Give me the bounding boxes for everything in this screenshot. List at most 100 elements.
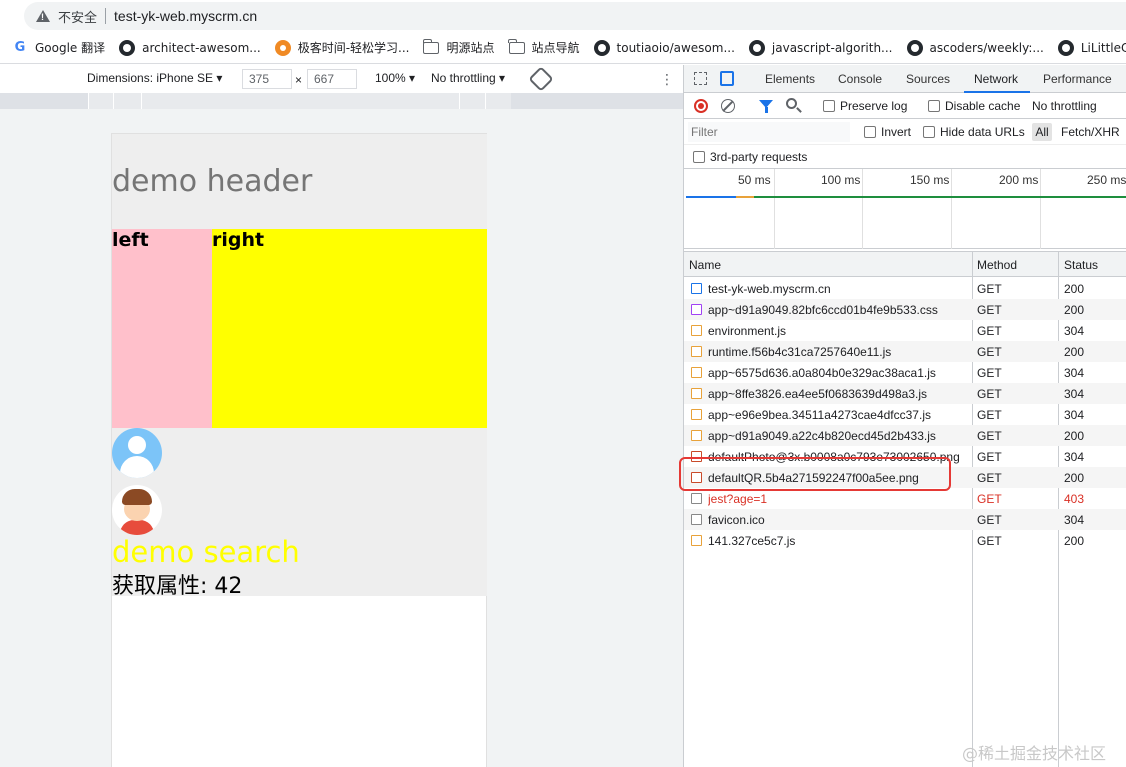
timeline-bar-doc <box>686 196 736 198</box>
request-status: 200 <box>1064 471 1085 485</box>
request-method: GET <box>977 471 1002 485</box>
request-name: app~6575d636.a0a804b0e329ac38aca1.js <box>708 366 936 380</box>
inspect-element-icon[interactable] <box>694 72 707 85</box>
bookmark-google-translate[interactable]: G Google 翻译 <box>12 39 105 56</box>
ruler-segment[interactable] <box>485 93 511 109</box>
column-name[interactable]: Name <box>689 258 721 272</box>
column-method[interactable]: Method <box>977 258 1017 272</box>
ruler-segment[interactable] <box>88 93 113 109</box>
timeline-gridline <box>774 169 775 249</box>
bookmark-geektime[interactable]: 极客时间-轻松学习... <box>274 39 409 56</box>
search-icon[interactable] <box>786 98 797 109</box>
table-row[interactable]: app~e96e9bea.34511a4273cae4dfcc37.js GET 3… <box>684 404 1126 425</box>
third-party-checkbox[interactable] <box>693 151 705 163</box>
preserve-log-checkbox[interactable] <box>823 100 835 112</box>
bookmark-label: javascript-algorith... <box>771 40 893 55</box>
table-row[interactable]: app~8ffe3826.ea4ee5f0683639d498a3.js GET 3… <box>684 383 1126 404</box>
js-file-icon <box>691 346 702 357</box>
tab-network[interactable]: Network <box>974 72 1018 86</box>
filter-fetch-xhr-button[interactable]: Fetch/XHR <box>1061 125 1120 139</box>
right-panel: right <box>212 229 487 428</box>
bookmark-label: ascoders/weekly:... <box>929 40 1044 55</box>
more-options-icon[interactable]: ⋮ <box>660 71 674 88</box>
invert-checkbox[interactable] <box>864 126 876 138</box>
table-row[interactable]: 141.327ce5c7.js GET 200 <box>684 530 1126 551</box>
dimensions-select[interactable]: Dimensions: iPhone SE ▾ <box>87 71 222 85</box>
tab-performance[interactable]: Performance <box>1043 72 1112 86</box>
bookmark-lilittle[interactable]: LiLittleC <box>1057 39 1126 56</box>
table-row[interactable]: environment.js GET 304 <box>684 320 1126 341</box>
record-icon[interactable] <box>694 99 708 113</box>
request-status: 304 <box>1064 408 1085 422</box>
table-row[interactable]: favicon.ico GET 304 <box>684 509 1126 530</box>
security-status[interactable]: 不安全 <box>58 7 97 26</box>
network-throttling-select[interactable]: No throttling <box>1032 99 1097 113</box>
bookmark-ascoders-weekly[interactable]: ascoders/weekly:... <box>906 39 1044 56</box>
request-method: GET <box>977 345 1002 359</box>
geektime-icon <box>274 39 291 56</box>
github-icon <box>748 39 765 56</box>
request-status: 200 <box>1064 534 1085 548</box>
viewport-area: demo header left right demo search 获取属性:… <box>0 109 683 767</box>
bookmark-site-nav[interactable]: 站点导航 <box>508 38 580 56</box>
column-status[interactable]: Status <box>1064 258 1098 272</box>
table-row[interactable]: app~d91a9049.a22c4b820ecd45d2b433.js GET 2… <box>684 425 1126 446</box>
emulated-device-screen[interactable]: demo header left right demo search 获取属性:… <box>111 133 487 767</box>
table-row[interactable]: runtime.f56b4c31ca7257640e11.js GET 200 <box>684 341 1126 362</box>
zoom-select[interactable]: 100% ▾ <box>375 71 415 85</box>
width-input[interactable] <box>242 69 292 89</box>
requests-table-body: test-yk-web.myscrm.cn GET 200 app~d91a9049.… <box>684 278 1126 551</box>
height-input[interactable] <box>307 69 357 89</box>
other-file-icon <box>691 493 702 504</box>
throttling-select[interactable]: No throttling ▾ <box>431 71 505 85</box>
bookmark-label: LiLittleC <box>1080 40 1126 55</box>
hide-data-urls-checkbox[interactable] <box>923 126 935 138</box>
filter-bar: Invert Hide data URLs All Fetch/XHR <box>684 119 1126 145</box>
request-method: GET <box>977 282 1002 296</box>
filter-all-button[interactable]: All <box>1032 123 1052 141</box>
bookmark-javascript-algorithms[interactable]: javascript-algorith... <box>748 39 893 56</box>
network-timeline-overview[interactable]: 50 ms 100 ms 150 ms 200 ms 250 ms <box>684 169 1126 249</box>
table-row[interactable]: jest?age=1 GET 403 <box>684 488 1126 509</box>
timeline-bar-load <box>754 196 1126 198</box>
left-label: left <box>112 229 149 251</box>
rotate-icon[interactable] <box>528 66 554 92</box>
table-row[interactable]: test-yk-web.myscrm.cn GET 200 <box>684 278 1126 299</box>
table-row[interactable]: app~6575d636.a0a804b0e329ac38aca1.js GET 3… <box>684 362 1126 383</box>
invert-label: Invert <box>881 125 912 139</box>
ruler-segment[interactable] <box>459 93 485 109</box>
request-method: GET <box>977 534 1002 548</box>
media-query-ruler[interactable] <box>0 93 683 109</box>
ruler-segment[interactable] <box>141 93 459 109</box>
bookmark-mingyuan[interactable]: 明源站点 <box>422 38 495 56</box>
github-icon <box>119 39 136 56</box>
url-text[interactable]: test-yk-web.myscrm.cn <box>114 8 257 24</box>
bookmark-toutiaoio[interactable]: toutiaoio/awesom... <box>593 39 735 56</box>
table-row[interactable]: app~d91a9049.82bfc6ccd01b4fe9b533.css GET… <box>684 299 1126 320</box>
device-toggle-icon[interactable] <box>720 71 734 86</box>
avatar-head <box>128 436 146 454</box>
tab-console[interactable]: Console <box>838 72 882 86</box>
github-icon <box>1057 39 1074 56</box>
ruler-segment[interactable] <box>113 93 141 109</box>
js-file-icon <box>691 430 702 441</box>
tab-sources[interactable]: Sources <box>906 72 950 86</box>
filter-input[interactable] <box>688 122 850 142</box>
omnibox[interactable]: 不安全 test-yk-web.myscrm.cn <box>24 2 1126 30</box>
third-party-bar: 3rd-party requests <box>684 145 1126 169</box>
address-bar: 不安全 test-yk-web.myscrm.cn <box>0 0 1126 32</box>
request-name: app~d91a9049.a22c4b820ecd45d2b433.js <box>708 429 936 443</box>
bookmark-architect-awesome[interactable]: architect-awesom... <box>119 39 261 56</box>
bookmark-label: architect-awesom... <box>142 40 261 55</box>
js-file-icon <box>691 367 702 378</box>
disable-cache-checkbox[interactable] <box>928 100 940 112</box>
devtools-panel: Elements Console Sources Network Perform… <box>683 65 1126 767</box>
request-status: 304 <box>1064 324 1085 338</box>
filter-icon[interactable] <box>759 100 773 113</box>
third-party-label: 3rd-party requests <box>710 150 808 164</box>
clear-icon[interactable] <box>721 99 735 113</box>
device-toolbar: Dimensions: iPhone SE ▾ × 100% ▾ No thro… <box>0 65 683 93</box>
request-method: GET <box>977 429 1002 443</box>
warning-icon[interactable] <box>36 10 50 22</box>
tab-elements[interactable]: Elements <box>765 72 815 86</box>
